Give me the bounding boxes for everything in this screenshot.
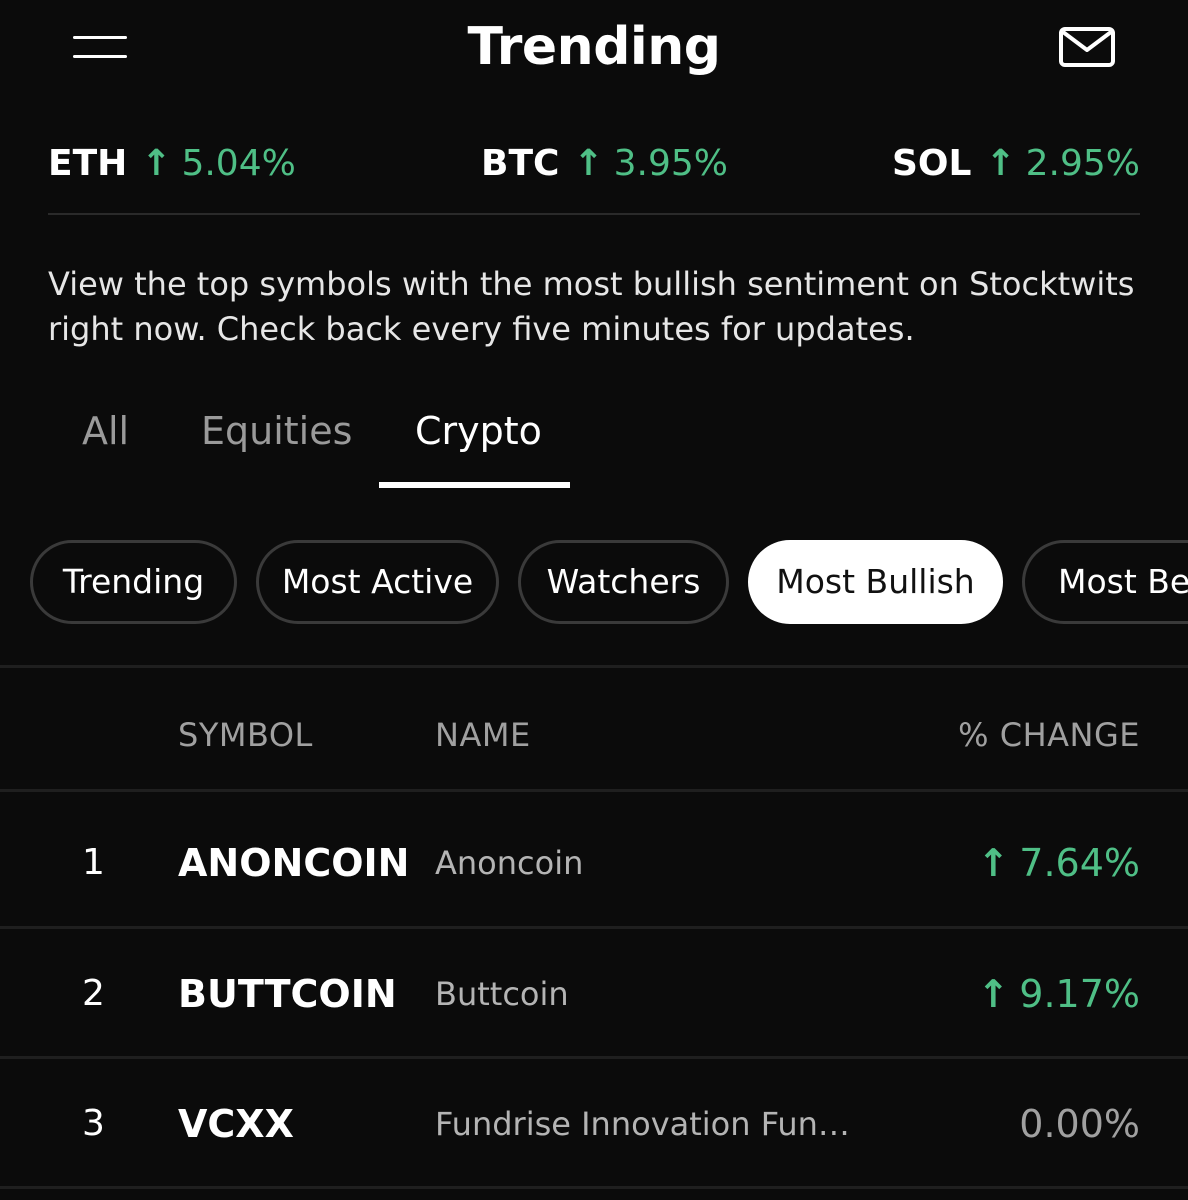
up-arrow-icon: ↑: [977, 841, 1010, 885]
column-header-name[interactable]: NAME: [435, 714, 531, 756]
row-change-value: 9.17%: [1019, 972, 1140, 1016]
row-name: Buttcoin: [435, 975, 569, 1013]
table-row[interactable]: 3 VCXX Fundrise Innovation Fun… 0.00%: [0, 1059, 1188, 1189]
up-arrow-icon: ↑: [573, 143, 604, 184]
row-change-value: 7.64%: [1019, 841, 1140, 885]
row-rank: 2: [82, 973, 105, 1014]
row-divider: [0, 1186, 1188, 1189]
ticker-divider: [48, 213, 1140, 215]
ticker-change: 5.04%: [181, 143, 296, 184]
up-arrow-icon: ↑: [985, 143, 1016, 184]
column-header-symbol[interactable]: SYMBOL: [178, 714, 313, 756]
row-symbol[interactable]: BUTTCOIN: [178, 969, 397, 1019]
row-rank: 1: [82, 842, 105, 883]
up-arrow-icon: ↑: [141, 143, 172, 184]
ticker-sol[interactable]: SOL ↑ 2.95%: [892, 138, 1140, 190]
row-change-value: 0.00%: [1019, 1102, 1140, 1146]
row-name: Fundrise Innovation Fun…: [435, 1105, 850, 1143]
ticker-change: 2.95%: [1025, 143, 1140, 184]
filter-chip-most-bearish[interactable]: Most Bea: [1022, 540, 1188, 624]
tab-equities[interactable]: Equities: [201, 404, 352, 458]
ticker-btc[interactable]: BTC ↑ 3.95%: [481, 138, 728, 190]
page-title: Trending: [467, 17, 721, 77]
filter-chip-most-active[interactable]: Most Active: [256, 540, 499, 624]
ticker-symbol: BTC: [481, 143, 560, 184]
row-name: Anoncoin: [435, 844, 584, 882]
ticker-symbol: ETH: [48, 143, 128, 184]
tab-crypto[interactable]: Crypto: [415, 404, 542, 458]
ticker-change: 3.95%: [613, 143, 728, 184]
page-description: View the top symbols with the most bulli…: [48, 265, 1135, 348]
column-header-change[interactable]: % CHANGE: [958, 714, 1140, 756]
row-symbol[interactable]: ANONCOIN: [178, 838, 409, 888]
app-header: Trending: [0, 0, 1188, 100]
filter-chip-most-bullish[interactable]: Most Bullish: [748, 540, 1003, 624]
row-change: ↑ 9.17%: [977, 969, 1140, 1019]
ticker-eth[interactable]: ETH ↑ 5.04%: [48, 138, 296, 190]
ticker-symbol: SOL: [891, 143, 972, 184]
filter-chip-watchers[interactable]: Watchers: [518, 540, 729, 624]
table-top-divider: [0, 665, 1188, 668]
mail-envelope-icon[interactable]: [1058, 26, 1118, 70]
row-rank: 3: [82, 1103, 105, 1144]
tab-all[interactable]: All: [82, 404, 129, 458]
row-change: ↑ 7.64%: [977, 838, 1140, 888]
table-header-divider: [0, 789, 1188, 792]
row-symbol[interactable]: VCXX: [178, 1099, 294, 1149]
trending-screen: Trending ETH ↑ 5.04% BTC ↑ 3.95% SOL ↑ 2.95% V…: [0, 0, 1188, 1200]
filter-chip-trending[interactable]: Trending: [30, 540, 237, 624]
row-change: 0.00%: [1019, 1099, 1140, 1149]
up-arrow-icon: ↑: [977, 972, 1010, 1016]
table-row[interactable]: 1 ANONCOIN Anoncoin ↑ 7.64%: [0, 798, 1188, 928]
active-tab-indicator: [379, 482, 570, 488]
table-row[interactable]: 2 BUTTCOIN Buttcoin ↑ 9.17%: [0, 929, 1188, 1059]
